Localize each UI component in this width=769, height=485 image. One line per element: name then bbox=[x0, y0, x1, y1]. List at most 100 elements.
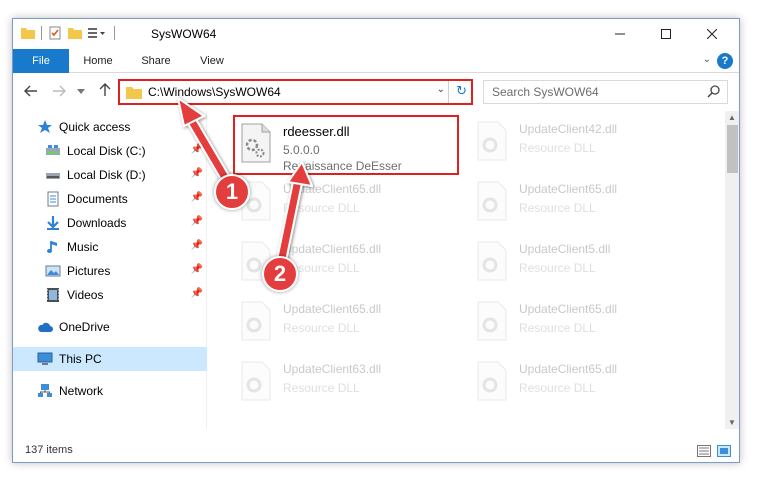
status-bar: 137 items bbox=[13, 439, 739, 462]
tab-share[interactable]: Share bbox=[131, 49, 181, 73]
sidebar-item-network[interactable]: Network bbox=[13, 379, 207, 403]
pin-icon[interactable]: 📌 bbox=[191, 168, 203, 179]
minimize-icon bbox=[615, 33, 625, 35]
network-icon bbox=[38, 384, 52, 397]
sidebar-item-this-pc[interactable]: This PC bbox=[13, 347, 207, 371]
toolbar-separator bbox=[41, 26, 42, 40]
large-icons-view-icon[interactable] bbox=[717, 445, 731, 457]
sidebar-item-pictures[interactable]: Pictures 📌 bbox=[13, 259, 207, 283]
up-button[interactable] bbox=[95, 82, 115, 102]
sidebar-item-label: Network bbox=[59, 384, 104, 398]
scroll-up-icon[interactable]: ▲ bbox=[728, 113, 736, 122]
sidebar-item-local-disk-c[interactable]: Local Disk (C:) 📌 bbox=[13, 139, 207, 163]
recent-locations-button[interactable] bbox=[71, 82, 91, 102]
file-item[interactable]: UpdateClient63.dll Resource DLL bbox=[235, 355, 460, 413]
sidebar-item-label: Downloads bbox=[67, 216, 127, 230]
close-button[interactable] bbox=[689, 19, 735, 49]
file-name: UpdateClient42.dll bbox=[519, 122, 618, 136]
maximize-icon bbox=[661, 29, 671, 39]
address-bar[interactable]: C:\Windows\SysWOW64 ⌄ ↻ bbox=[118, 79, 473, 105]
file-name: UpdateClient65.dll bbox=[519, 182, 618, 196]
sidebar-item-local-disk-d[interactable]: Local Disk (D:) 📌 bbox=[13, 163, 207, 187]
file-description: Resource DLL bbox=[519, 381, 596, 395]
dll-file-icon bbox=[241, 361, 271, 401]
back-button[interactable] bbox=[21, 82, 41, 102]
maximize-button[interactable] bbox=[643, 19, 689, 49]
dll-file-icon bbox=[477, 121, 507, 161]
sidebar-item-quick-access[interactable]: Quick access bbox=[13, 115, 207, 139]
tab-home[interactable]: Home bbox=[73, 49, 123, 73]
dll-file-icon bbox=[477, 181, 507, 221]
tab-file[interactable]: File bbox=[13, 49, 69, 73]
file-name: UpdateClient65.dll bbox=[283, 302, 382, 316]
scroll-down-icon[interactable]: ▼ bbox=[728, 418, 736, 427]
star-icon bbox=[38, 120, 52, 133]
file-name: UpdateClient65.dll bbox=[283, 182, 382, 196]
pin-icon[interactable]: 📌 bbox=[191, 264, 203, 275]
file-item[interactable]: UpdateClient65.dll Resource DLL bbox=[471, 175, 696, 233]
music-icon bbox=[47, 241, 57, 253]
dll-file-icon bbox=[477, 301, 507, 341]
forward-button[interactable] bbox=[49, 82, 69, 102]
tab-view[interactable]: View bbox=[189, 49, 235, 73]
file-item[interactable]: UpdateClient42.dll Resource DLL bbox=[471, 115, 696, 173]
file-item[interactable]: UpdateClient65.dll Resource DLL bbox=[471, 355, 696, 413]
sidebar-item-downloads[interactable]: Downloads 📌 bbox=[13, 211, 207, 235]
pictures-icon bbox=[45, 265, 61, 277]
sidebar-item-label: Documents bbox=[67, 192, 128, 206]
toolbar-separator bbox=[114, 26, 115, 40]
navigation-pane: Quick access Local Disk (C:) 📌 Local Dis… bbox=[13, 111, 207, 429]
scroll-thumb[interactable] bbox=[727, 125, 738, 173]
drive-icon bbox=[46, 145, 60, 155]
file-item[interactable]: UpdateClient65.dll Resource DLL bbox=[235, 175, 460, 233]
file-item-rdeesser[interactable]: rdeesser.dll 5.0.0.0 Renaissance DeEsser bbox=[233, 115, 459, 175]
file-description: Resource DLL bbox=[283, 381, 360, 395]
new-folder-icon[interactable] bbox=[68, 27, 82, 39]
sidebar-item-label: Videos bbox=[67, 288, 104, 302]
file-version: 5.0.0.0 bbox=[283, 143, 320, 157]
minimize-button[interactable] bbox=[597, 19, 643, 49]
window-title: SysWOW64 bbox=[151, 27, 217, 41]
file-item[interactable]: UpdateClient5.dll Resource DLL bbox=[471, 235, 696, 293]
file-description: Resource DLL bbox=[519, 201, 596, 215]
pin-icon[interactable]: 📌 bbox=[191, 240, 203, 251]
sidebar-item-videos[interactable]: Videos 📌 bbox=[13, 283, 207, 307]
title-bar: SysWOW64 bbox=[13, 19, 739, 49]
sidebar-item-label: Quick access bbox=[59, 120, 131, 134]
pin-icon[interactable]: 📌 bbox=[191, 288, 203, 299]
properties-icon[interactable] bbox=[48, 26, 62, 40]
search-box[interactable]: Search SysWOW64 bbox=[483, 80, 728, 104]
step-1-badge: 1 bbox=[214, 174, 250, 210]
file-description: Resource DLL bbox=[283, 201, 360, 215]
ribbon-tabs: File Home Share View ⌄ ? bbox=[13, 49, 739, 73]
pin-icon[interactable]: 📌 bbox=[191, 216, 203, 227]
file-item[interactable]: UpdateClient65.dll Resource DLL bbox=[471, 295, 696, 353]
cloud-icon bbox=[38, 322, 53, 332]
explorer-window: SysWOW64 File Home Share View ⌄ ? C:\Win… bbox=[12, 18, 740, 463]
details-view-icon[interactable] bbox=[697, 445, 711, 457]
customize-toolbar-icon[interactable] bbox=[88, 27, 108, 39]
dll-file-icon bbox=[477, 361, 507, 401]
help-icon[interactable]: ? bbox=[717, 53, 733, 69]
file-item[interactable]: UpdateClient65.dll Resource DLL bbox=[235, 295, 460, 353]
address-dropdown-icon[interactable]: ⌄ bbox=[437, 84, 445, 95]
search-icon[interactable] bbox=[707, 84, 721, 98]
file-name: rdeesser.dll bbox=[283, 124, 350, 139]
sidebar-item-label: Pictures bbox=[67, 264, 111, 278]
videos-icon bbox=[47, 288, 59, 302]
sidebar-item-onedrive[interactable]: OneDrive bbox=[13, 315, 207, 339]
folder-icon bbox=[21, 28, 35, 39]
sidebar-item-documents[interactable]: Documents 📌 bbox=[13, 187, 207, 211]
pin-icon[interactable]: 📌 bbox=[191, 192, 203, 203]
search-placeholder: Search SysWOW64 bbox=[492, 85, 599, 99]
sidebar-item-music[interactable]: Music 📌 bbox=[13, 235, 207, 259]
expand-ribbon-icon[interactable]: ⌄ bbox=[703, 54, 711, 65]
vertical-scrollbar[interactable]: ▲ ▼ bbox=[725, 111, 739, 429]
refresh-icon[interactable]: ↻ bbox=[456, 83, 467, 99]
pin-icon[interactable]: 📌 bbox=[191, 144, 203, 155]
dll-file-icon bbox=[241, 301, 271, 341]
navigation-bar: C:\Windows\SysWOW64 ⌄ ↻ Search SysWOW64 bbox=[13, 74, 739, 110]
folder-icon bbox=[126, 87, 142, 99]
step-2-badge: 2 bbox=[262, 256, 298, 292]
sidebar-item-label: Music bbox=[67, 240, 99, 254]
